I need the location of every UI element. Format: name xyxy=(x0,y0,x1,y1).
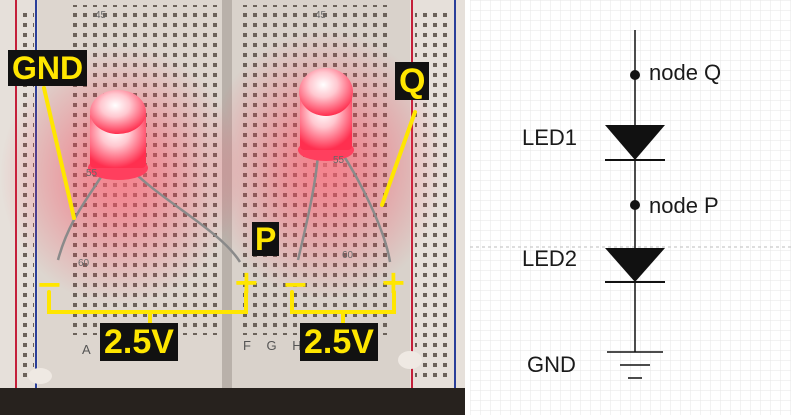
row-number-60: 60 xyxy=(78,258,90,269)
led1 xyxy=(88,90,148,180)
led1-label: LED1 xyxy=(522,125,578,150)
column-letters-right: F G H xyxy=(243,338,308,353)
gnd-label: GND xyxy=(527,352,576,377)
figure: 45 45 55 55 60 60 A F G H − + − + GND Q … xyxy=(0,0,791,415)
circuit-schematic: node Q LED1 node P LED2 GND xyxy=(470,0,791,415)
row-number-45: 45 xyxy=(95,10,107,21)
column-letters-left: A xyxy=(82,342,97,357)
node-q-label: node Q xyxy=(649,60,722,85)
node-q-dot xyxy=(630,70,640,80)
row-number-55: 55 xyxy=(333,155,345,166)
plus-sign-led1: + xyxy=(233,263,260,301)
node-p-tag: P xyxy=(252,222,280,256)
row-number-55: 55 xyxy=(86,168,98,179)
minus-sign-led2: − xyxy=(282,265,309,303)
row-number-60: 60 xyxy=(342,250,354,261)
breadboard-photo: 45 45 55 55 60 60 A F G H − + − + GND Q … xyxy=(0,0,465,415)
node-q-tag: Q xyxy=(395,62,430,100)
plus-sign-led2: + xyxy=(380,263,407,301)
photo-bottom-edge xyxy=(0,388,465,415)
gnd-tag: GND xyxy=(8,50,88,86)
led2 xyxy=(298,68,354,161)
led1-dome xyxy=(90,90,146,134)
row-number-45: 45 xyxy=(315,10,327,21)
node-p-dot xyxy=(630,200,640,210)
minus-sign-led1: − xyxy=(36,265,63,303)
led2-label: LED2 xyxy=(522,246,578,271)
node-p-label: node P xyxy=(649,193,719,218)
led2-dome xyxy=(299,68,353,116)
voltage-tag-led1: 2.5V xyxy=(100,323,178,361)
voltage-tag-led2: 2.5V xyxy=(300,323,378,361)
board-foot-right xyxy=(398,351,422,369)
board-foot-left xyxy=(28,368,52,384)
schematic-drawing xyxy=(470,0,791,415)
